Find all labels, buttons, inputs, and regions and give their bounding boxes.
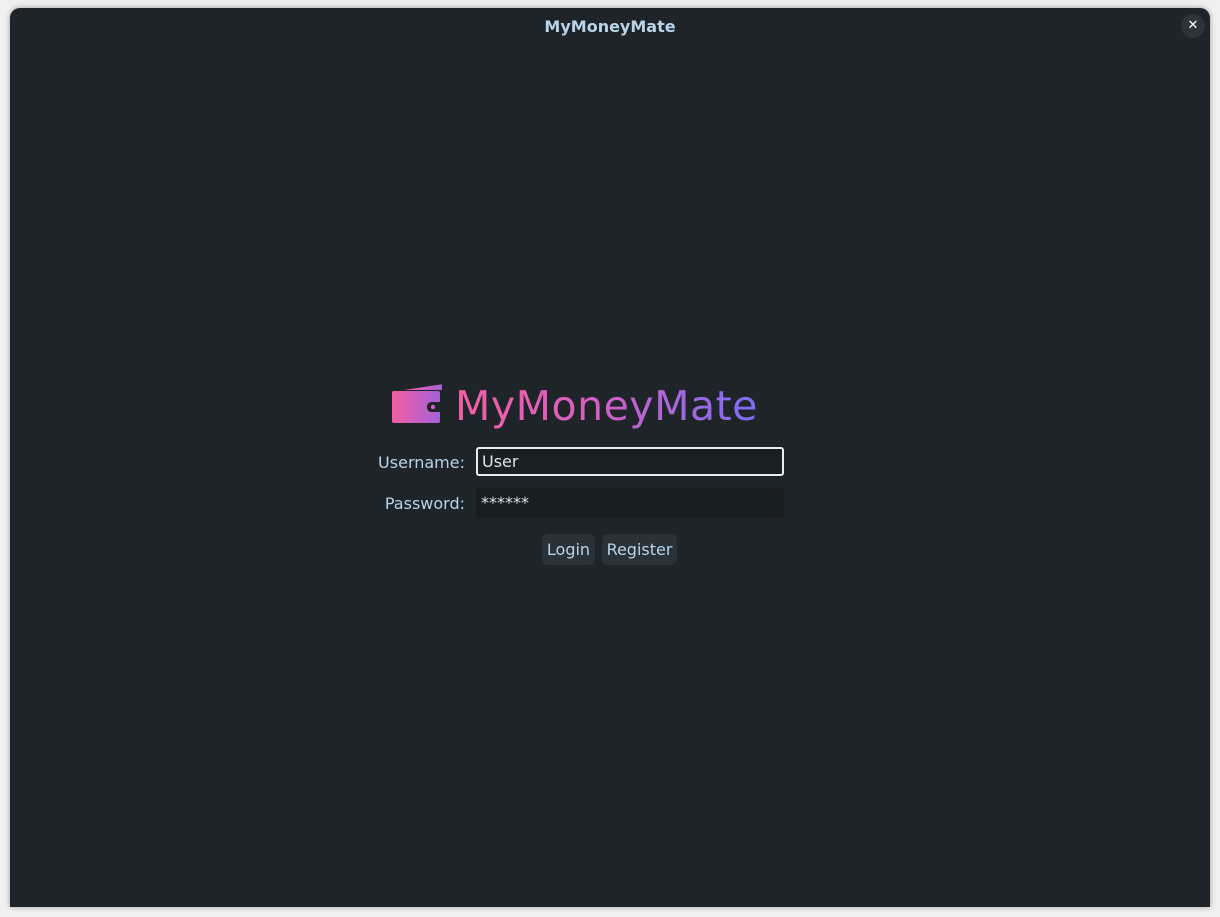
close-icon: ✕ bbox=[1187, 18, 1199, 33]
password-label: Password: bbox=[384, 494, 465, 513]
login-button[interactable]: Login bbox=[542, 534, 595, 565]
window-title: MyMoneyMate bbox=[544, 17, 676, 36]
logo-text: MyMoneyMate bbox=[455, 382, 758, 430]
close-button[interactable]: ✕ bbox=[1181, 14, 1205, 38]
wallet-icon bbox=[392, 384, 442, 423]
app-logo: MyMoneyMate bbox=[392, 382, 816, 432]
username-label: Username: bbox=[378, 453, 465, 472]
register-button[interactable]: Register bbox=[602, 534, 677, 565]
title-bar: MyMoneyMate ✕ bbox=[10, 8, 1210, 44]
app-window: MyMoneyMate ✕ MyMoneyMate Username: Pass… bbox=[10, 8, 1210, 907]
username-input[interactable] bbox=[476, 447, 784, 476]
password-input[interactable] bbox=[476, 488, 784, 517]
